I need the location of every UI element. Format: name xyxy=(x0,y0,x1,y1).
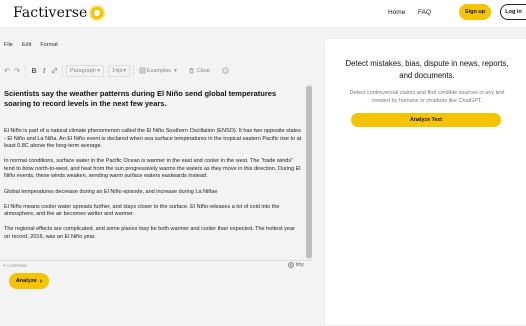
tiny-brand[interactable]: tiny xyxy=(288,262,304,268)
help-icon[interactable]: ? xyxy=(220,67,230,76)
tiny-brand-label: tiny xyxy=(296,262,304,268)
tiny-logo-icon xyxy=(288,262,294,268)
login-button[interactable]: Log in xyxy=(500,4,526,20)
top-header: Factiverse Home FAQ Sign up Log in xyxy=(0,0,526,28)
arrow-right-icon: › xyxy=(39,277,43,285)
panel-title: Detect mistakes, bias, dispute in news, … xyxy=(345,59,509,80)
editor-toolbar: ↶ ↷ B I Paragraph ▾ 14pt ▾ Examples ▾ Cl… xyxy=(0,62,312,80)
nav-faq-link[interactable]: FAQ xyxy=(418,9,431,16)
analyze-button[interactable]: Analyze › xyxy=(9,273,49,289)
svg-text:?: ? xyxy=(224,68,226,72)
editor-statusbar: P » STRONG tiny xyxy=(0,260,312,270)
menu-edit[interactable]: Edit xyxy=(18,42,36,54)
document-paragraph: El Niño means cooler water spreads furth… xyxy=(4,203,280,218)
paragraph-select-label: Paragraph xyxy=(70,68,96,74)
document-heading: Scientists say the weather patterns duri… xyxy=(4,89,277,108)
editor-document[interactable]: Scientists say the weather patterns duri… xyxy=(0,84,306,260)
link-icon[interactable] xyxy=(49,67,59,76)
logo[interactable]: Factiverse xyxy=(13,4,106,22)
document-paragraph: El Niño is part of a natural climate phe… xyxy=(4,128,302,150)
toolbar-divider xyxy=(62,65,63,77)
document-paragraph: The regional effects are complicated, an… xyxy=(4,226,295,240)
document-scrollbar[interactable] xyxy=(306,84,312,260)
toolbar-divider xyxy=(25,65,26,77)
examples-icon[interactable] xyxy=(137,67,147,76)
nav-home-link[interactable]: Home xyxy=(388,9,405,16)
element-path[interactable]: P » STRONG xyxy=(3,263,27,268)
chevron-down-icon: ▾ xyxy=(174,68,177,74)
font-size-select[interactable]: 14pt ▾ xyxy=(108,65,130,77)
chevron-down-icon: ▾ xyxy=(97,68,100,74)
logo-text: Factiverse xyxy=(13,5,88,21)
signup-button[interactable]: Sign up xyxy=(459,4,491,20)
redo-icon[interactable]: ↷ xyxy=(12,67,22,75)
chevron-down-icon: ▾ xyxy=(123,68,126,74)
menu-format[interactable]: Format xyxy=(36,42,62,54)
toolbar-divider xyxy=(133,65,134,77)
scrollbar-thumb[interactable] xyxy=(306,86,312,258)
trash-icon[interactable] xyxy=(187,67,197,76)
undo-icon[interactable]: ↶ xyxy=(2,67,12,75)
document-paragraph: In normal conditions, surface water in t… xyxy=(4,158,301,180)
paragraph-select[interactable]: Paragraph ▾ xyxy=(66,65,104,77)
analyze-button-label: Analyze xyxy=(15,278,37,284)
sun-logo-icon xyxy=(89,5,106,21)
menu-file[interactable]: File xyxy=(0,42,18,54)
bold-icon[interactable]: B xyxy=(29,68,39,75)
analyze-text-button[interactable]: Analyze Text xyxy=(351,113,501,127)
panel-description: Detect controversial claims and find cre… xyxy=(349,90,505,105)
examples-label[interactable]: Examples xyxy=(147,68,171,74)
editor-menubar: File Edit Format xyxy=(0,42,63,54)
analysis-panel: Detect mistakes, bias, dispute in news, … xyxy=(324,38,526,326)
clear-label[interactable]: Clear xyxy=(197,68,210,74)
document-paragraph: Global temperatures decrease during an E… xyxy=(4,188,218,195)
font-size-select-label: 14pt xyxy=(112,68,123,74)
italic-icon[interactable]: I xyxy=(39,67,49,75)
